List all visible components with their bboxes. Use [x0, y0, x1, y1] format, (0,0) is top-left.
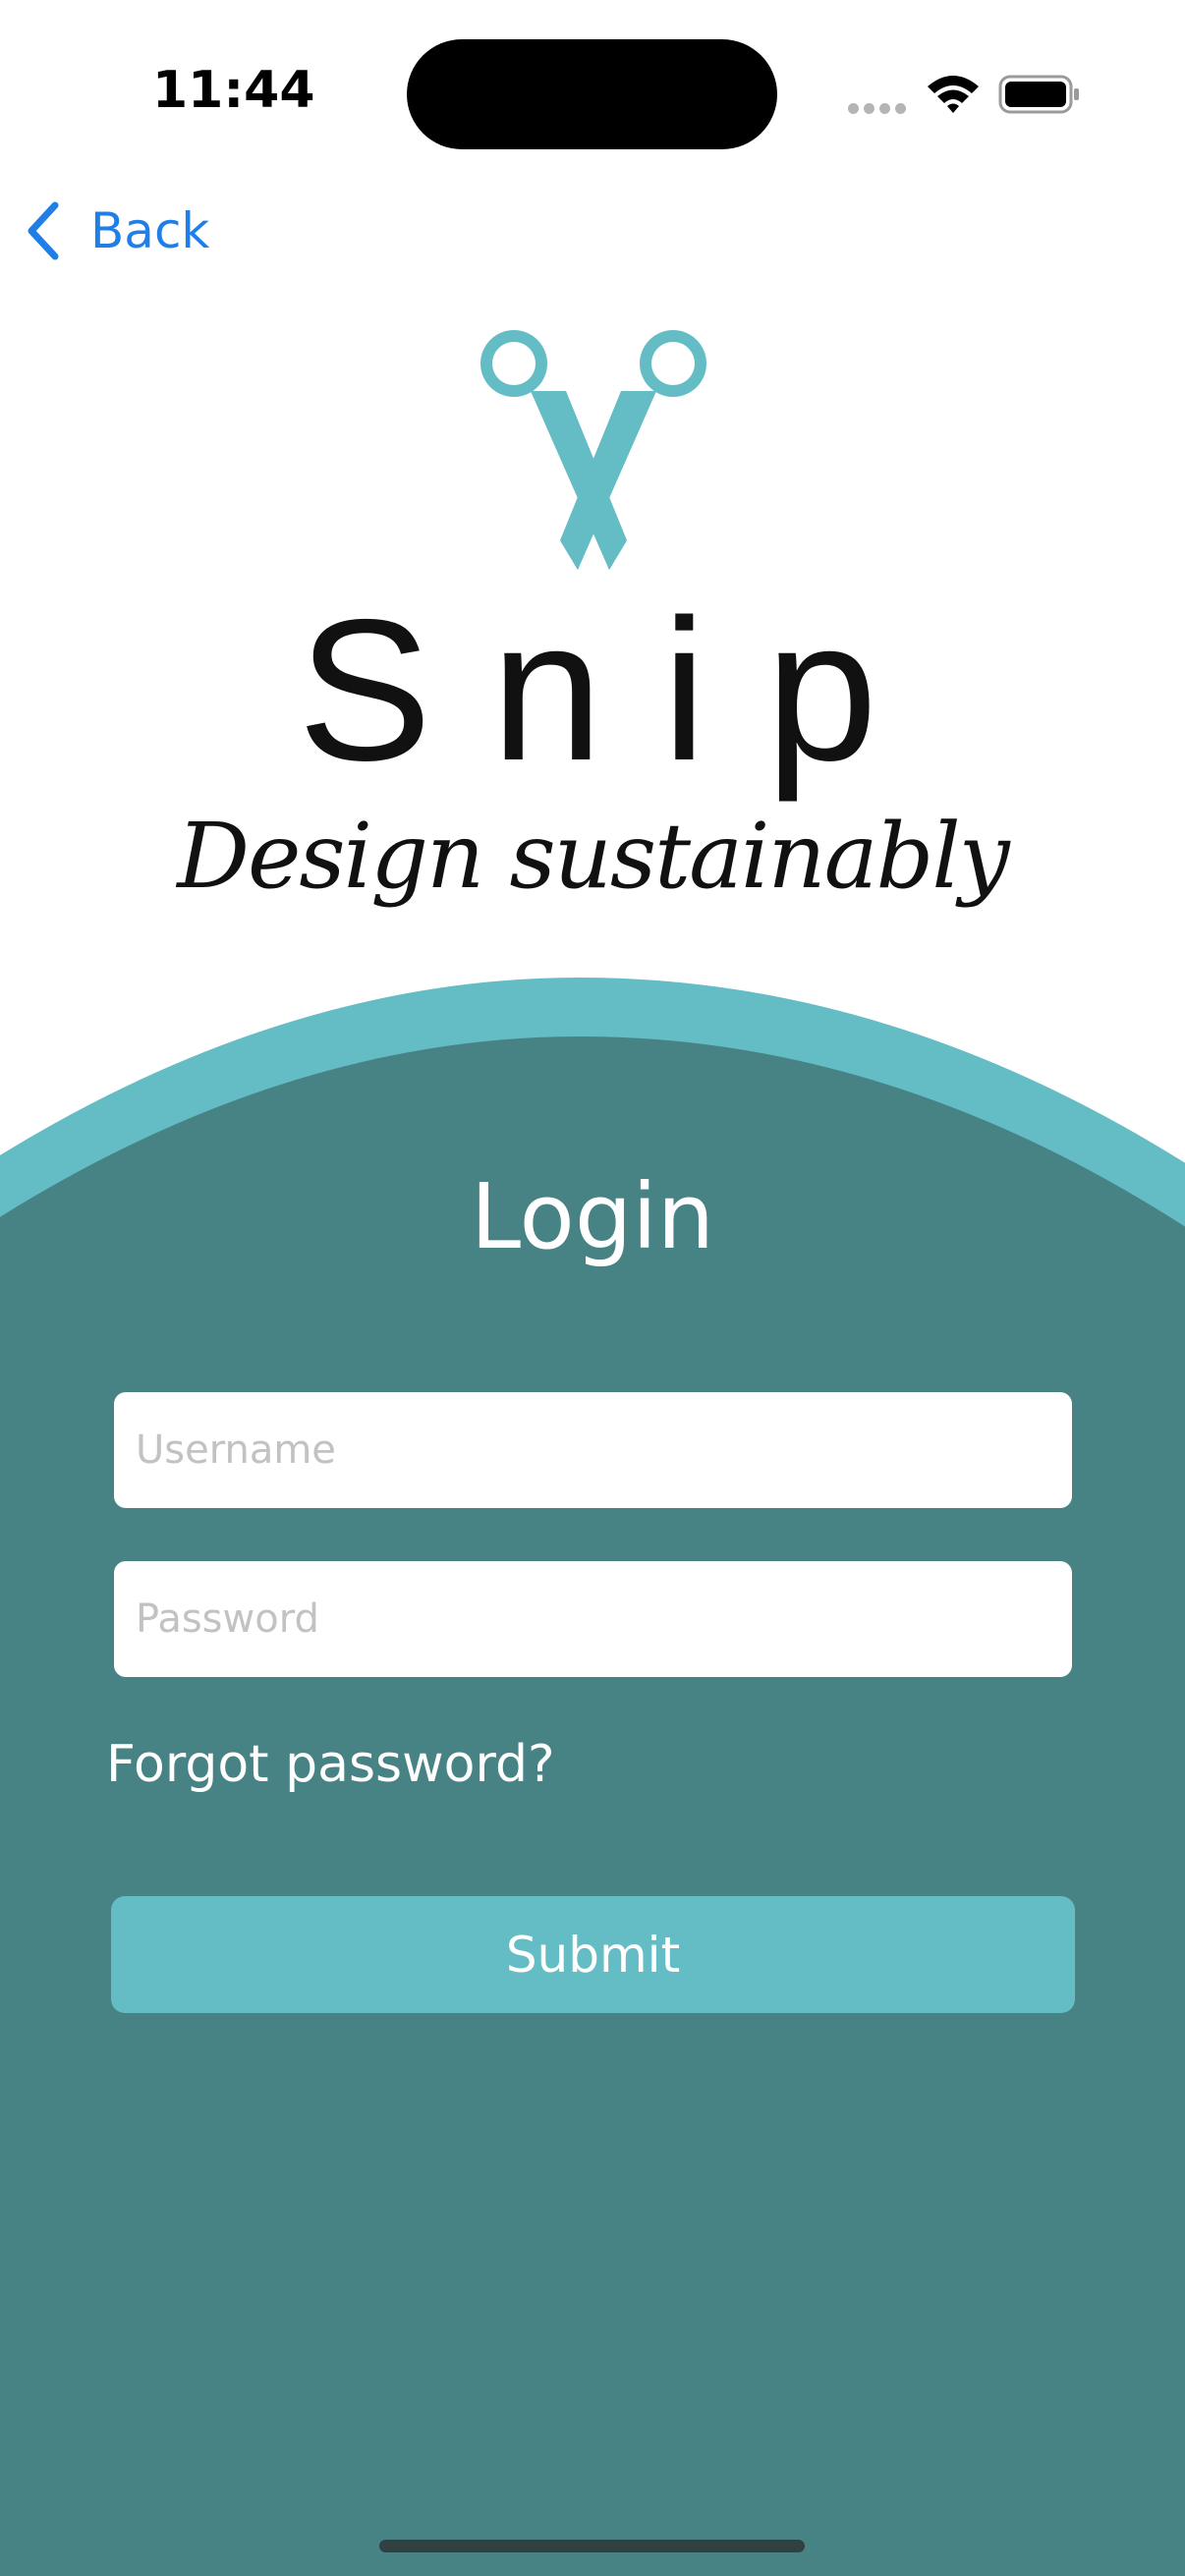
battery-icon [998, 75, 1079, 114]
back-label: Back [90, 202, 210, 259]
status-time: 11:44 [152, 61, 315, 120]
login-title: Login [470, 1164, 715, 1269]
cellular-signal-icon [848, 103, 907, 115]
wifi-icon [928, 76, 979, 113]
password-input[interactable] [114, 1561, 1072, 1677]
forgot-password-link[interactable]: Forgot password? [106, 1735, 555, 1794]
brand-wordmark: Snip [297, 578, 937, 803]
chevron-left-icon [28, 201, 59, 260]
back-button[interactable]: Back [24, 196, 209, 265]
brand-tagline: Design sustainably [177, 804, 1010, 909]
submit-button[interactable]: Submit [111, 1896, 1075, 2013]
dynamic-island [407, 39, 777, 149]
scissors-icon [480, 330, 706, 570]
home-indicator [379, 2540, 805, 2552]
username-input[interactable] [114, 1392, 1072, 1508]
